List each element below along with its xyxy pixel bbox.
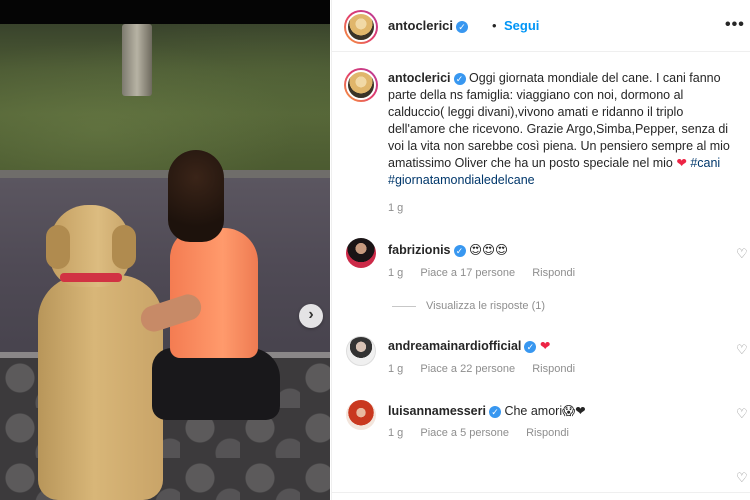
view-replies-button[interactable]: Visualizza le risposte (1) bbox=[392, 300, 545, 312]
heart-emoji: ❤ bbox=[676, 156, 687, 170]
comment-reply-button[interactable]: Rispondi bbox=[532, 267, 575, 279]
comment-meta: 1 g Piace a 17 persone Rispondi bbox=[388, 267, 589, 279]
hashtag-giornatamondialedelcane[interactable]: #giornatamondialedelcane bbox=[388, 173, 535, 187]
comment-meta: 1 g Piace a 5 persone Rispondi bbox=[388, 427, 583, 439]
comment-username[interactable]: luisannamesseri bbox=[388, 404, 486, 418]
comment-text: andreamainardiofficial ✓ ❤ bbox=[388, 338, 550, 353]
like-heart-icon[interactable]: ♡ bbox=[736, 470, 748, 486]
comment-username[interactable]: andreamainardiofficial bbox=[388, 339, 521, 353]
comment-reply-button[interactable]: Rispondi bbox=[526, 427, 569, 439]
comment-username[interactable]: fabrizionis bbox=[388, 243, 451, 257]
commenter-avatar[interactable] bbox=[346, 400, 376, 430]
follow-button[interactable]: Segui bbox=[504, 18, 539, 33]
header-separator: • bbox=[492, 18, 497, 33]
author-avatar[interactable] bbox=[344, 10, 378, 44]
like-heart-icon[interactable]: ♡ bbox=[736, 406, 748, 422]
hashtag-cani[interactable]: #cani bbox=[690, 156, 720, 170]
comment-likes[interactable]: Piace a 17 persone bbox=[420, 267, 515, 279]
person-hair bbox=[168, 150, 224, 242]
comment-likes[interactable]: Piace a 22 persone bbox=[420, 363, 515, 375]
post-header: antoclerici ✓ • Segui ••• bbox=[332, 0, 750, 52]
dog-ear-right bbox=[112, 225, 136, 269]
panel-bottom-divider bbox=[332, 492, 750, 493]
author-username-text[interactable]: antoclerici bbox=[388, 18, 453, 33]
verified-badge-icon: ✓ bbox=[453, 72, 466, 85]
post-details-panel: antoclerici ✓ • Segui ••• antoclerici ✓ Og… bbox=[331, 0, 750, 500]
comment-time[interactable]: 1 g bbox=[388, 427, 403, 439]
comment-likes[interactable]: Piace a 5 persone bbox=[420, 427, 509, 439]
caption-avatar[interactable] bbox=[344, 68, 378, 102]
replies-divider bbox=[392, 305, 416, 307]
comment-body: ❤ bbox=[539, 339, 551, 353]
photo-top-bar bbox=[0, 0, 330, 24]
comment-text: luisannamesseri ✓ Che amori😱❤ bbox=[388, 403, 586, 418]
comment-meta: 1 g Piace a 22 persone Rispondi bbox=[388, 363, 589, 375]
like-heart-icon[interactable]: ♡ bbox=[736, 342, 748, 358]
photo-tree-trunk bbox=[122, 24, 152, 96]
post-photo[interactable]: › bbox=[0, 0, 330, 500]
comment-body: 😍😍😍 bbox=[469, 243, 509, 257]
more-options-icon[interactable]: ••• bbox=[725, 16, 745, 34]
verified-badge-icon: ✓ bbox=[524, 340, 537, 353]
person-pants bbox=[152, 348, 280, 420]
dog-ear-left bbox=[46, 225, 70, 269]
verified-badge-icon: ✓ bbox=[453, 244, 466, 257]
caption-timestamp[interactable]: 1 g bbox=[388, 202, 403, 214]
commenter-avatar[interactable] bbox=[346, 238, 376, 268]
next-photo-arrow-icon[interactable]: › bbox=[299, 304, 323, 328]
dog-collar bbox=[60, 273, 122, 282]
comment-time[interactable]: 1 g bbox=[388, 267, 403, 279]
photo-person bbox=[137, 150, 280, 420]
post-caption: antoclerici ✓ Oggi giornata mondiale del … bbox=[388, 70, 738, 189]
comment-time[interactable]: 1 g bbox=[388, 363, 403, 375]
comment-body: Che amori😱❤ bbox=[504, 404, 586, 418]
caption-username[interactable]: antoclerici bbox=[388, 71, 451, 85]
verified-badge-icon: ✓ bbox=[456, 20, 469, 33]
commenter-avatar[interactable] bbox=[346, 336, 376, 366]
view-replies-label[interactable]: Visualizza le risposte (1) bbox=[426, 300, 545, 312]
person-shirt bbox=[170, 228, 258, 358]
verified-badge-icon: ✓ bbox=[488, 405, 501, 418]
author-username[interactable]: antoclerici ✓ bbox=[388, 18, 469, 33]
comment-reply-button[interactable]: Rispondi bbox=[532, 363, 575, 375]
like-heart-icon[interactable]: ♡ bbox=[736, 246, 748, 262]
comment-text: fabrizionis ✓ 😍😍😍 bbox=[388, 242, 508, 257]
